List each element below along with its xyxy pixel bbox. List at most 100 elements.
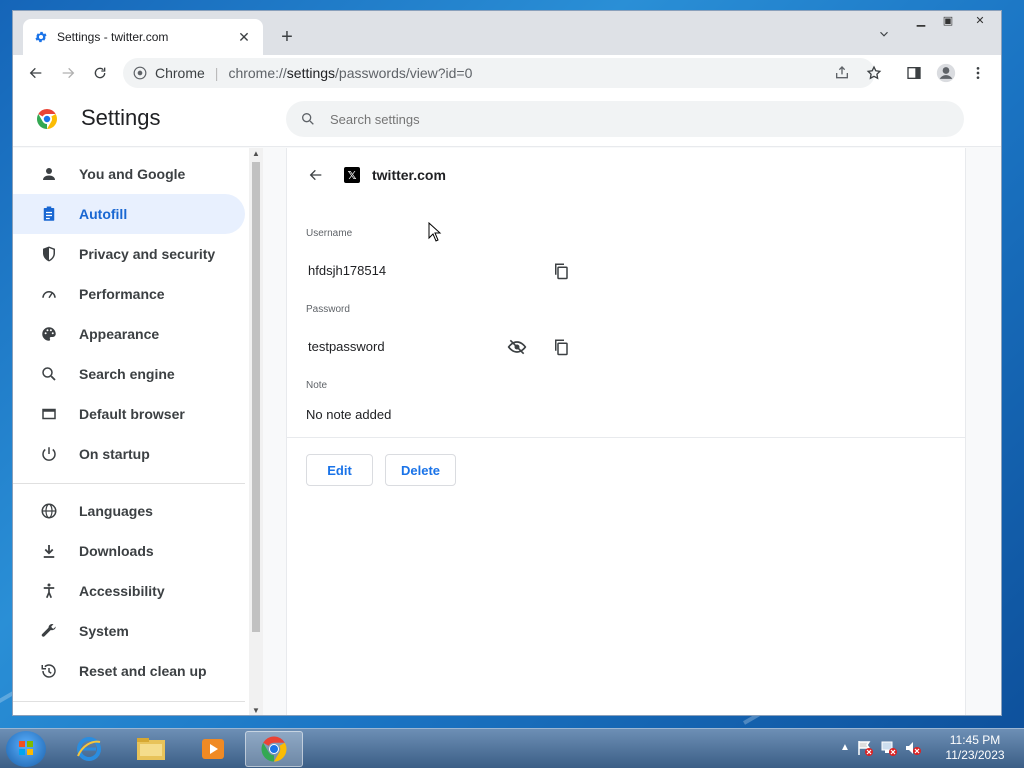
settings-page: Settings You and Google Autofill Privacy… bbox=[13, 91, 1001, 715]
site-name: twitter.com bbox=[372, 167, 446, 183]
password-value[interactable]: testpassword bbox=[308, 339, 385, 354]
back-button[interactable] bbox=[21, 58, 51, 88]
copy-username-button[interactable] bbox=[549, 259, 573, 283]
taskbar-clock[interactable]: 11:45 PM 11/23/2023 bbox=[940, 733, 1010, 763]
sidebar-item-languages[interactable]: Languages bbox=[13, 491, 245, 531]
sidebar-item-accessibility[interactable]: Accessibility bbox=[13, 571, 245, 611]
search-icon bbox=[302, 113, 314, 125]
side-panel-button[interactable] bbox=[899, 58, 929, 88]
sidebar-item-search-engine[interactable]: Search engine bbox=[13, 354, 245, 394]
sidebar-item-on-startup[interactable]: On startup bbox=[13, 434, 245, 474]
settings-header: Settings bbox=[13, 91, 1001, 147]
sidebar-item-autofill[interactable]: Autofill bbox=[13, 194, 245, 234]
minimize-button[interactable]: ▁ bbox=[906, 11, 936, 29]
address-bar[interactable]: Chrome | chrome://settings/passwords/vie… bbox=[123, 58, 875, 88]
sidebar-item-default-browser[interactable]: Default browser bbox=[13, 394, 245, 434]
omnibox-chrome-label: Chrome bbox=[155, 65, 205, 81]
folder-icon bbox=[137, 738, 165, 760]
profile-button[interactable] bbox=[931, 58, 961, 88]
sidebar-item-privacy[interactable]: Privacy and security bbox=[13, 234, 245, 274]
card-divider bbox=[287, 437, 965, 438]
scroll-up-arrow[interactable]: ▲ bbox=[249, 148, 263, 160]
download-icon bbox=[39, 541, 59, 561]
sidebar-item-downloads[interactable]: Downloads bbox=[13, 531, 245, 571]
bookmark-button[interactable] bbox=[859, 58, 889, 88]
taskbar-media-player[interactable] bbox=[184, 731, 242, 767]
sidebar-item-label: Performance bbox=[79, 286, 165, 302]
back-arrow-icon[interactable] bbox=[305, 164, 327, 186]
action-center-flag-icon[interactable] bbox=[856, 739, 874, 757]
share-icon bbox=[836, 66, 848, 79]
browser-window: Settings - twitter.com ✕ + ▁ ▣ ✕ Chrome … bbox=[12, 10, 1002, 716]
sidebar-divider bbox=[13, 483, 245, 484]
hide-password-button[interactable] bbox=[505, 335, 529, 359]
sidebar-item-label: Default browser bbox=[79, 406, 185, 422]
accessibility-icon bbox=[39, 581, 59, 601]
sidebar-item-label: Reset and clean up bbox=[79, 663, 207, 679]
mouse-cursor-icon bbox=[428, 221, 442, 242]
reload-icon bbox=[94, 67, 106, 79]
gear-icon bbox=[33, 29, 49, 45]
avatar-icon bbox=[936, 63, 956, 83]
sidebar-item-label: Privacy and security bbox=[79, 246, 216, 262]
person-icon bbox=[39, 164, 59, 184]
close-window-button[interactable]: ✕ bbox=[961, 11, 999, 29]
eye-off-icon bbox=[507, 339, 527, 355]
sidebar-scrollbar[interactable]: ▲ ▼ bbox=[249, 148, 263, 715]
chrome-logo-icon bbox=[35, 107, 59, 131]
copy-password-button[interactable] bbox=[549, 335, 573, 359]
share-button[interactable] bbox=[827, 58, 857, 88]
tab-settings[interactable]: Settings - twitter.com ✕ bbox=[23, 19, 263, 55]
forward-button[interactable] bbox=[53, 58, 83, 88]
sidebar-item-appearance[interactable]: Appearance bbox=[13, 314, 245, 354]
network-icon[interactable] bbox=[880, 739, 898, 757]
username-value[interactable]: hfdsjh178514 bbox=[308, 263, 386, 278]
delete-button[interactable]: Delete bbox=[385, 454, 456, 486]
taskbar-ie[interactable] bbox=[60, 731, 118, 767]
note-label: Note bbox=[306, 380, 328, 391]
volume-muted-icon[interactable] bbox=[904, 739, 922, 757]
start-button[interactable] bbox=[6, 731, 46, 767]
note-value: No note added bbox=[306, 407, 392, 422]
arrow-right-icon bbox=[62, 67, 75, 79]
palette-icon bbox=[39, 324, 59, 344]
sidebar-item-performance[interactable]: Performance bbox=[13, 274, 245, 314]
taskbar-explorer[interactable] bbox=[122, 731, 180, 767]
url-text: chrome://settings/passwords/view?id=0 bbox=[228, 65, 473, 81]
password-label: Password bbox=[306, 304, 350, 315]
search-input[interactable] bbox=[330, 111, 930, 127]
taskbar-chrome[interactable] bbox=[245, 731, 303, 767]
scrollbar-thumb[interactable] bbox=[252, 162, 260, 632]
new-tab-button[interactable]: + bbox=[275, 25, 299, 49]
shield-icon bbox=[39, 244, 59, 264]
tab-title: Settings - twitter.com bbox=[57, 30, 169, 44]
menu-button[interactable] bbox=[963, 58, 993, 88]
sidebar-item-label: Downloads bbox=[79, 543, 154, 559]
sidebar-divider bbox=[13, 701, 245, 702]
settings-search[interactable] bbox=[286, 101, 964, 137]
chevron-down-icon[interactable] bbox=[877, 27, 893, 43]
sidebar-item-label: Appearance bbox=[79, 326, 160, 342]
search-icon bbox=[39, 364, 59, 384]
edit-button[interactable]: Edit bbox=[306, 454, 373, 486]
username-label: Username bbox=[306, 228, 353, 239]
browser-toolbar: Chrome | chrome://settings/passwords/vie… bbox=[13, 55, 1001, 91]
show-hidden-icons-icon[interactable]: ▲ bbox=[840, 739, 850, 757]
sidebar-item-system[interactable]: System bbox=[13, 611, 245, 651]
sidebar-item-label: Search engine bbox=[79, 366, 175, 382]
star-icon bbox=[866, 65, 882, 80]
scroll-down-arrow[interactable]: ▼ bbox=[249, 705, 263, 715]
settings-sidebar: You and Google Autofill Privacy and secu… bbox=[13, 148, 261, 715]
page-title: Settings bbox=[81, 105, 161, 130]
reload-button[interactable] bbox=[85, 58, 115, 88]
sidebar-item-you-and-google[interactable]: You and Google bbox=[13, 154, 245, 194]
chrome-icon bbox=[133, 66, 147, 80]
sidebar-item-reset[interactable]: Reset and clean up bbox=[13, 651, 245, 691]
close-tab-icon[interactable]: ✕ bbox=[235, 29, 253, 46]
maximize-button[interactable]: ▣ bbox=[933, 11, 963, 29]
copy-icon bbox=[555, 339, 568, 356]
side-panel-icon bbox=[907, 67, 921, 79]
taskbar: ▲ 11:45 PM 11/23/2023 bbox=[0, 728, 1024, 768]
sidebar-item-label: System bbox=[79, 623, 129, 639]
sidebar-item-label: Autofill bbox=[79, 206, 128, 222]
